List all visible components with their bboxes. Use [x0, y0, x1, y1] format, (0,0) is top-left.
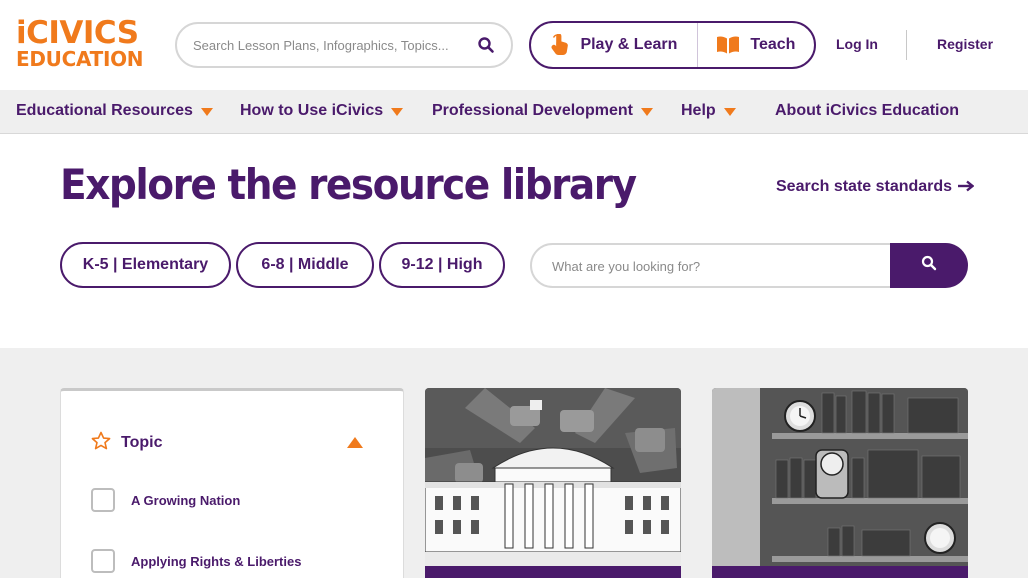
- site-search-input[interactable]: [193, 34, 453, 56]
- play-learn-label: Play & Learn: [580, 36, 678, 53]
- header-divider: [906, 30, 907, 60]
- state-standards-label: Search state standards: [776, 177, 953, 195]
- nav-label: About iCivics Education: [775, 102, 960, 119]
- filter-option-label: A Growing Nation: [131, 492, 241, 508]
- grade-middle-button[interactable]: 6-8 | Middle: [236, 242, 374, 288]
- resource-card[interactable]: [425, 388, 681, 578]
- nav-label: How to Use iCivics: [240, 102, 384, 119]
- bookshelf-illustration: [712, 388, 968, 566]
- hand-pointer-icon: [550, 34, 570, 56]
- caret-down-icon: [391, 108, 404, 116]
- grade-high-button[interactable]: 9-12 | High: [379, 242, 505, 288]
- teach-button[interactable]: Teach: [698, 23, 814, 67]
- nav-how-to-use[interactable]: How to Use iCivics: [240, 102, 404, 120]
- library-search-button[interactable]: [890, 243, 968, 288]
- resource-card[interactable]: [712, 388, 968, 578]
- caret-up-icon: [347, 437, 363, 448]
- main-nav: Educational Resources How to Use iCivics…: [0, 90, 1028, 134]
- icivics-logo[interactable]: iCIVICS EDUCATION: [16, 18, 161, 72]
- logo-line-2: EDUCATION: [16, 47, 144, 71]
- nav-professional-development[interactable]: Professional Development: [432, 102, 653, 120]
- topic-filter-toggle[interactable]: Topic: [91, 431, 371, 455]
- topic-label: Topic: [121, 434, 163, 451]
- arrow-right-icon: [958, 176, 975, 197]
- nav-about[interactable]: About iCivics Education: [775, 102, 959, 120]
- caret-down-icon: [200, 108, 213, 116]
- caret-down-icon: [640, 108, 653, 116]
- play-teach-toggle: Play & Learn Teach: [529, 21, 816, 69]
- site-header: iCIVICS EDUCATION Play & Learn Teach Log…: [0, 0, 1028, 90]
- register-link[interactable]: Register: [937, 36, 993, 52]
- nav-label: Educational Resources: [16, 102, 193, 119]
- teach-label: Teach: [750, 36, 796, 53]
- logo-line-1: iCIVICS: [16, 15, 139, 51]
- caret-down-icon: [723, 108, 736, 116]
- search-icon[interactable]: [477, 36, 495, 54]
- open-book-icon: [716, 35, 740, 55]
- page-title: Explore the resource library: [60, 160, 637, 209]
- site-search-box: [175, 22, 513, 68]
- star-outline-icon: [91, 431, 111, 456]
- nav-label: Professional Development: [432, 102, 633, 119]
- card-title-band: [425, 566, 681, 578]
- filter-panel: Topic A Growing Nation Applying Rights &…: [60, 388, 404, 578]
- checkbox[interactable]: [91, 549, 115, 573]
- nav-help[interactable]: Help: [681, 102, 736, 120]
- library-search-input[interactable]: [552, 256, 872, 276]
- nav-label: Help: [681, 102, 716, 119]
- filter-option[interactable]: Applying Rights & Liberties: [91, 549, 301, 573]
- checkbox[interactable]: [91, 488, 115, 512]
- search-icon: [921, 255, 937, 276]
- filter-option-label: Applying Rights & Liberties: [131, 553, 302, 569]
- search-state-standards-link[interactable]: Search state standards: [776, 176, 975, 197]
- grade-elementary-button[interactable]: K-5 | Elementary: [60, 242, 231, 288]
- card-title-band: [712, 566, 968, 578]
- white-house-illustration: [425, 388, 681, 566]
- play-learn-button[interactable]: Play & Learn: [531, 23, 698, 67]
- nav-educational-resources[interactable]: Educational Resources: [16, 102, 213, 120]
- filter-option[interactable]: A Growing Nation: [91, 488, 240, 512]
- login-link[interactable]: Log In: [836, 36, 878, 52]
